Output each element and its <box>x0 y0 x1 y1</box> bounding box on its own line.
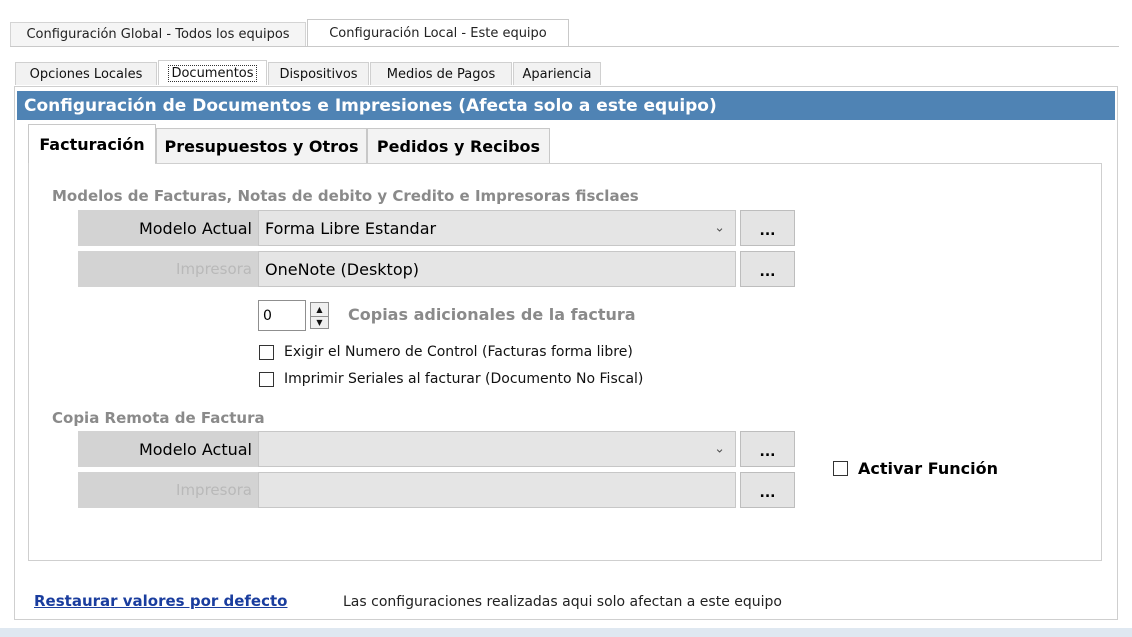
imprimir-seriales-checkbox[interactable] <box>259 372 274 387</box>
modelo-browse-button[interactable]: ... <box>740 210 795 246</box>
remota-impresora-label: Impresora <box>78 472 258 508</box>
tab-documentos-label: Documentos <box>168 64 257 82</box>
modelo-actual-label: Modelo Actual <box>78 210 258 246</box>
remota-impresora-browse-button[interactable]: ... <box>740 472 795 508</box>
tab-pedidos-y-recibos[interactable]: Pedidos y Recibos <box>367 128 550 164</box>
impresora-field[interactable]: OneNote (Desktop) <box>258 251 736 287</box>
modelo-actual-value: Forma Libre Estandar <box>265 218 437 238</box>
facturas-section-title: Modelos de Facturas, Notas de debito y C… <box>52 187 639 205</box>
copias-input[interactable]: 0 <box>258 300 306 331</box>
tab-documentos[interactable]: Documentos <box>158 60 267 85</box>
tab-medios-de-pagos[interactable]: Medios de Pagos <box>370 62 512 85</box>
stepper-down-icon[interactable]: ▼ <box>311 317 328 330</box>
remota-impresora-field[interactable] <box>258 472 736 508</box>
active-tab-gap <box>29 162 155 165</box>
top-tabs-divider <box>10 46 1119 47</box>
bottom-strip <box>0 628 1132 637</box>
remota-modelo-browse-button[interactable]: ... <box>740 431 795 467</box>
chevron-down-icon: ⌄ <box>714 441 725 457</box>
imprimir-seriales-label: Imprimir Seriales al facturar (Documento… <box>284 371 644 387</box>
tab-configuracion-global[interactable]: Configuración Global - Todos los equipos <box>10 22 306 46</box>
stepper-up-icon[interactable]: ▲ <box>311 303 328 317</box>
footer-note: Las configuraciones realizadas aqui solo… <box>343 594 782 610</box>
panel-header: Configuración de Documentos e Impresione… <box>17 91 1115 120</box>
activar-funcion-label: Activar Función <box>858 459 998 478</box>
tab-presupuestos-y-otros[interactable]: Presupuestos y Otros <box>156 128 367 164</box>
impresora-browse-button[interactable]: ... <box>740 251 795 287</box>
remota-modelo-label: Modelo Actual <box>78 431 258 467</box>
tab-dispositivos[interactable]: Dispositivos <box>268 62 369 85</box>
exigir-control-label: Exigir el Numero de Control (Facturas fo… <box>284 344 633 360</box>
remota-section-title: Copia Remota de Factura <box>52 409 265 427</box>
tab-configuracion-local[interactable]: Configuración Local - Este equipo <box>307 19 569 46</box>
tab-facturacion[interactable]: Facturación <box>28 124 156 164</box>
activar-funcion-checkbox[interactable] <box>833 461 848 476</box>
remota-modelo-select[interactable]: ⌄ <box>258 431 736 467</box>
tab-opciones-locales[interactable]: Opciones Locales <box>15 62 157 85</box>
tab-apariencia[interactable]: Apariencia <box>513 62 601 85</box>
copias-stepper[interactable]: ▲ ▼ <box>310 302 329 329</box>
impresora-label: Impresora <box>78 251 258 287</box>
copias-label: Copias adicionales de la factura <box>348 305 636 324</box>
restaurar-valores-link[interactable]: Restaurar valores por defecto <box>34 592 287 610</box>
chevron-down-icon: ⌄ <box>714 220 725 236</box>
modelo-actual-select[interactable]: Forma Libre Estandar ⌄ <box>258 210 736 246</box>
exigir-control-checkbox[interactable] <box>259 345 274 360</box>
